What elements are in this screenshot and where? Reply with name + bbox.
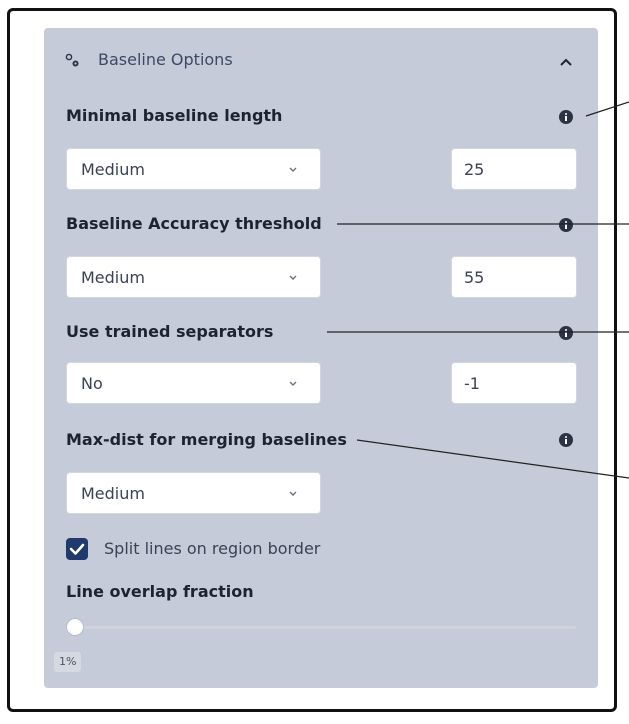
info-icon[interactable] [559, 110, 573, 124]
select-value: Medium [81, 160, 145, 179]
use-trained-separators-label: Use trained separators [66, 322, 274, 341]
info-icon[interactable] [559, 326, 573, 340]
overlap-slider-track[interactable] [70, 626, 576, 629]
use-trained-separators-input[interactable]: -1 [451, 362, 577, 404]
gears-icon [65, 53, 79, 67]
use-trained-separators-select[interactable]: No [66, 362, 321, 404]
overlap-slider-thumb[interactable] [66, 618, 85, 636]
max-dist-merging-baselines-label: Max-dist for merging baselines [66, 430, 347, 449]
chevron-down-icon [289, 491, 297, 496]
info-icon[interactable] [559, 218, 573, 232]
chevron-down-icon [289, 381, 297, 386]
chevron-down-icon [289, 275, 297, 280]
minimal-baseline-length-input[interactable]: 25 [451, 148, 577, 190]
input-value: -1 [464, 374, 480, 393]
baseline-accuracy-threshold-input[interactable]: 55 [451, 256, 577, 298]
chevron-down-icon [289, 167, 297, 172]
info-icon[interactable] [559, 433, 573, 447]
panel-title[interactable]: Baseline Options [98, 50, 233, 69]
split-lines-label[interactable]: Split lines on region border [104, 539, 320, 558]
select-value: Medium [81, 268, 145, 287]
line-overlap-fraction-label: Line overlap fraction [66, 582, 254, 601]
checkmark-icon [69, 543, 85, 555]
select-value: Medium [81, 484, 145, 503]
input-value: 25 [464, 160, 485, 179]
baseline-accuracy-threshold-select[interactable]: Medium [66, 256, 321, 298]
max-dist-merging-baselines-select[interactable]: Medium [66, 472, 321, 514]
baseline-accuracy-threshold-label: Baseline Accuracy threshold [66, 214, 322, 233]
chevron-up-icon[interactable] [558, 56, 574, 68]
minimal-baseline-length-label: Minimal baseline length [66, 106, 283, 125]
overlap-slider-value: 1% [54, 652, 82, 672]
minimal-baseline-length-select[interactable]: Medium [66, 148, 321, 190]
split-lines-checkbox[interactable] [66, 538, 88, 560]
select-value: No [81, 374, 103, 393]
input-value: 55 [464, 268, 485, 287]
